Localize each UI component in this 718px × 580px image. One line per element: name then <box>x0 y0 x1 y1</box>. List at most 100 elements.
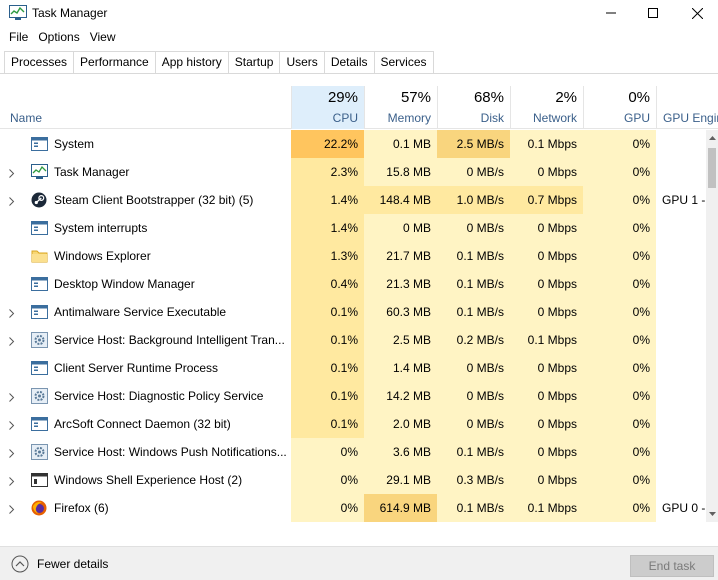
process-cpu-value: 0.1% <box>291 326 364 354</box>
expand-chevron-icon[interactable] <box>9 503 15 517</box>
end-task-button[interactable]: End task <box>630 555 714 577</box>
process-name: Windows Explorer <box>54 249 151 263</box>
process-disk-value: 1.0 MB/s <box>437 186 510 214</box>
column-cpu[interactable]: 29% CPU <box>291 86 364 129</box>
process-cpu-value: 0% <box>291 438 364 466</box>
process-gpu-engine-value <box>656 298 706 326</box>
disk-total: 68% <box>473 89 504 106</box>
tab-performance[interactable]: Performance <box>73 51 156 73</box>
process-memory-value: 21.3 MB <box>364 270 437 298</box>
process-name: Antimalware Service Executable <box>54 305 227 319</box>
column-gpu[interactable]: 0% GPU <box>583 86 656 129</box>
cpu-label: CPU <box>332 111 358 125</box>
gear-icon <box>31 332 48 348</box>
process-row[interactable]: Service Host: Windows Push Notifications… <box>0 438 706 466</box>
expand-chevron-icon[interactable] <box>9 447 15 461</box>
process-gpu-value: 0% <box>583 214 656 242</box>
process-memory-value: 21.7 MB <box>364 242 437 270</box>
process-memory-value: 15.8 MB <box>364 158 437 186</box>
maximize-icon <box>648 8 658 18</box>
tab-details[interactable]: Details <box>323 51 375 73</box>
expand-chevron-icon[interactable] <box>9 307 15 321</box>
process-row[interactable]: Desktop Window Manager 0.4% 21.3 MB 0.1 MB/… <box>0 270 706 298</box>
process-row[interactable]: Antimalware Service Executable 0.1% 60.3 M… <box>0 298 706 326</box>
process-gpu-engine-value: GPU 1 - <box>662 193 706 207</box>
process-row[interactable]: Windows Shell Experience Host (2) 0% 29.1 … <box>0 466 706 494</box>
process-name: System <box>54 137 95 151</box>
column-network[interactable]: 2% Network <box>510 86 583 129</box>
process-name: Windows Shell Experience Host (2) <box>54 473 243 487</box>
system-window-icon <box>31 276 48 292</box>
system-window-icon <box>31 416 48 432</box>
process-network-value: 0 Mbps <box>510 354 583 382</box>
process-gpu-engine-value <box>656 270 706 298</box>
process-row[interactable]: Firefox (6) 0% 614.9 MB 0.1 MB/s 0.1 Mbps 0% G… <box>0 494 706 522</box>
scroll-down-button[interactable] <box>706 506 718 522</box>
process-gpu-value: 0% <box>583 354 656 382</box>
column-disk[interactable]: 68% Disk <box>437 86 510 129</box>
process-cpu-value: 0.1% <box>291 382 364 410</box>
process-name: Service Host: Background Intelligent Tra… <box>54 333 285 347</box>
fewer-details-label: Fewer details <box>37 557 109 571</box>
column-memory[interactable]: 57% Memory <box>364 86 437 129</box>
process-network-value: 0 Mbps <box>510 438 583 466</box>
expand-chevron-icon[interactable] <box>9 391 15 405</box>
process-row[interactable]: ArcSoft Connect Daemon (32 bit) 0.1% 2.0 M… <box>0 410 706 438</box>
process-memory-value: 1.4 MB <box>364 354 437 382</box>
process-disk-value: 0.1 MB/s <box>437 270 510 298</box>
process-cpu-value: 0% <box>291 466 364 494</box>
chevron-up-circle-icon <box>11 555 29 573</box>
vertical-scrollbar[interactable] <box>706 130 718 522</box>
tab-startup[interactable]: Startup <box>227 51 281 73</box>
process-gpu-engine-value <box>656 242 706 270</box>
column-name[interactable]: Name <box>0 86 291 129</box>
fewer-details-button[interactable]: Fewer details <box>11 555 108 573</box>
close-button[interactable] <box>678 0 716 26</box>
tab-app-history[interactable]: App history <box>154 51 229 73</box>
process-list: System 22.2% 0.1 MB 2.5 MB/s 0.1 Mbps 0% Task … <box>0 130 706 522</box>
process-name: Steam Client Bootstrapper (32 bit) (5) <box>54 193 254 207</box>
steam-icon <box>31 192 48 208</box>
expand-chevron-icon[interactable] <box>9 167 15 181</box>
minimize-button[interactable] <box>592 0 630 26</box>
column-gpu-engine[interactable]: GPU Engin <box>656 86 718 129</box>
menu-options[interactable]: Options <box>33 28 84 48</box>
expand-chevron-icon[interactable] <box>9 419 15 433</box>
process-disk-value: 0 MB/s <box>437 410 510 438</box>
scroll-up-button[interactable] <box>706 130 718 146</box>
process-gpu-engine-value <box>656 466 706 494</box>
process-cpu-value: 0.1% <box>291 354 364 382</box>
expand-chevron-icon[interactable] <box>9 475 15 489</box>
tab-processes[interactable]: Processes <box>4 51 75 74</box>
process-row[interactable]: Service Host: Background Intelligent Tra… <box>0 326 706 354</box>
expand-chevron-icon[interactable] <box>9 335 15 349</box>
scroll-up-icon <box>708 136 716 140</box>
menu-view[interactable]: View <box>85 28 121 48</box>
process-row[interactable]: Service Host: Diagnostic Policy Service 0… <box>0 382 706 410</box>
menu-file[interactable]: File <box>4 28 33 48</box>
process-row[interactable]: Task Manager 2.3% 15.8 MB 0 MB/s 0 Mbps 0% <box>0 158 706 186</box>
gear-icon <box>31 388 48 404</box>
process-name: ArcSoft Connect Daemon (32 bit) <box>54 417 231 431</box>
process-disk-value: 0.3 MB/s <box>437 466 510 494</box>
process-gpu-value: 0% <box>583 270 656 298</box>
process-row[interactable]: Steam Client Bootstrapper (32 bit) (5) 1.… <box>0 186 706 214</box>
process-row[interactable]: System interrupts 1.4% 0 MB 0 MB/s 0 Mbps 0% <box>0 214 706 242</box>
process-network-value: 0 Mbps <box>510 270 583 298</box>
process-gpu-value: 0% <box>583 438 656 466</box>
tab-services[interactable]: Services <box>373 51 434 73</box>
process-row[interactable]: Client Server Runtime Process 0.1% 1.4 MB 0… <box>0 354 706 382</box>
scroll-thumb[interactable] <box>708 148 716 188</box>
title-bar: Task Manager <box>0 0 718 26</box>
process-gpu-value: 0% <box>583 298 656 326</box>
process-row[interactable]: System 22.2% 0.1 MB 2.5 MB/s 0.1 Mbps 0% <box>0 130 706 158</box>
process-row[interactable]: Windows Explorer 1.3% 21.7 MB 0.1 MB/s 0 Mbp… <box>0 242 706 270</box>
expand-chevron-icon[interactable] <box>9 195 15 209</box>
system-window-icon <box>31 360 48 376</box>
maximize-button[interactable] <box>634 0 672 26</box>
process-gpu-engine-value <box>656 410 706 438</box>
minimize-icon <box>606 12 616 14</box>
tab-users[interactable]: Users <box>279 51 325 73</box>
process-disk-value: 0.1 MB/s <box>437 242 510 270</box>
process-name: Client Server Runtime Process <box>54 361 219 375</box>
